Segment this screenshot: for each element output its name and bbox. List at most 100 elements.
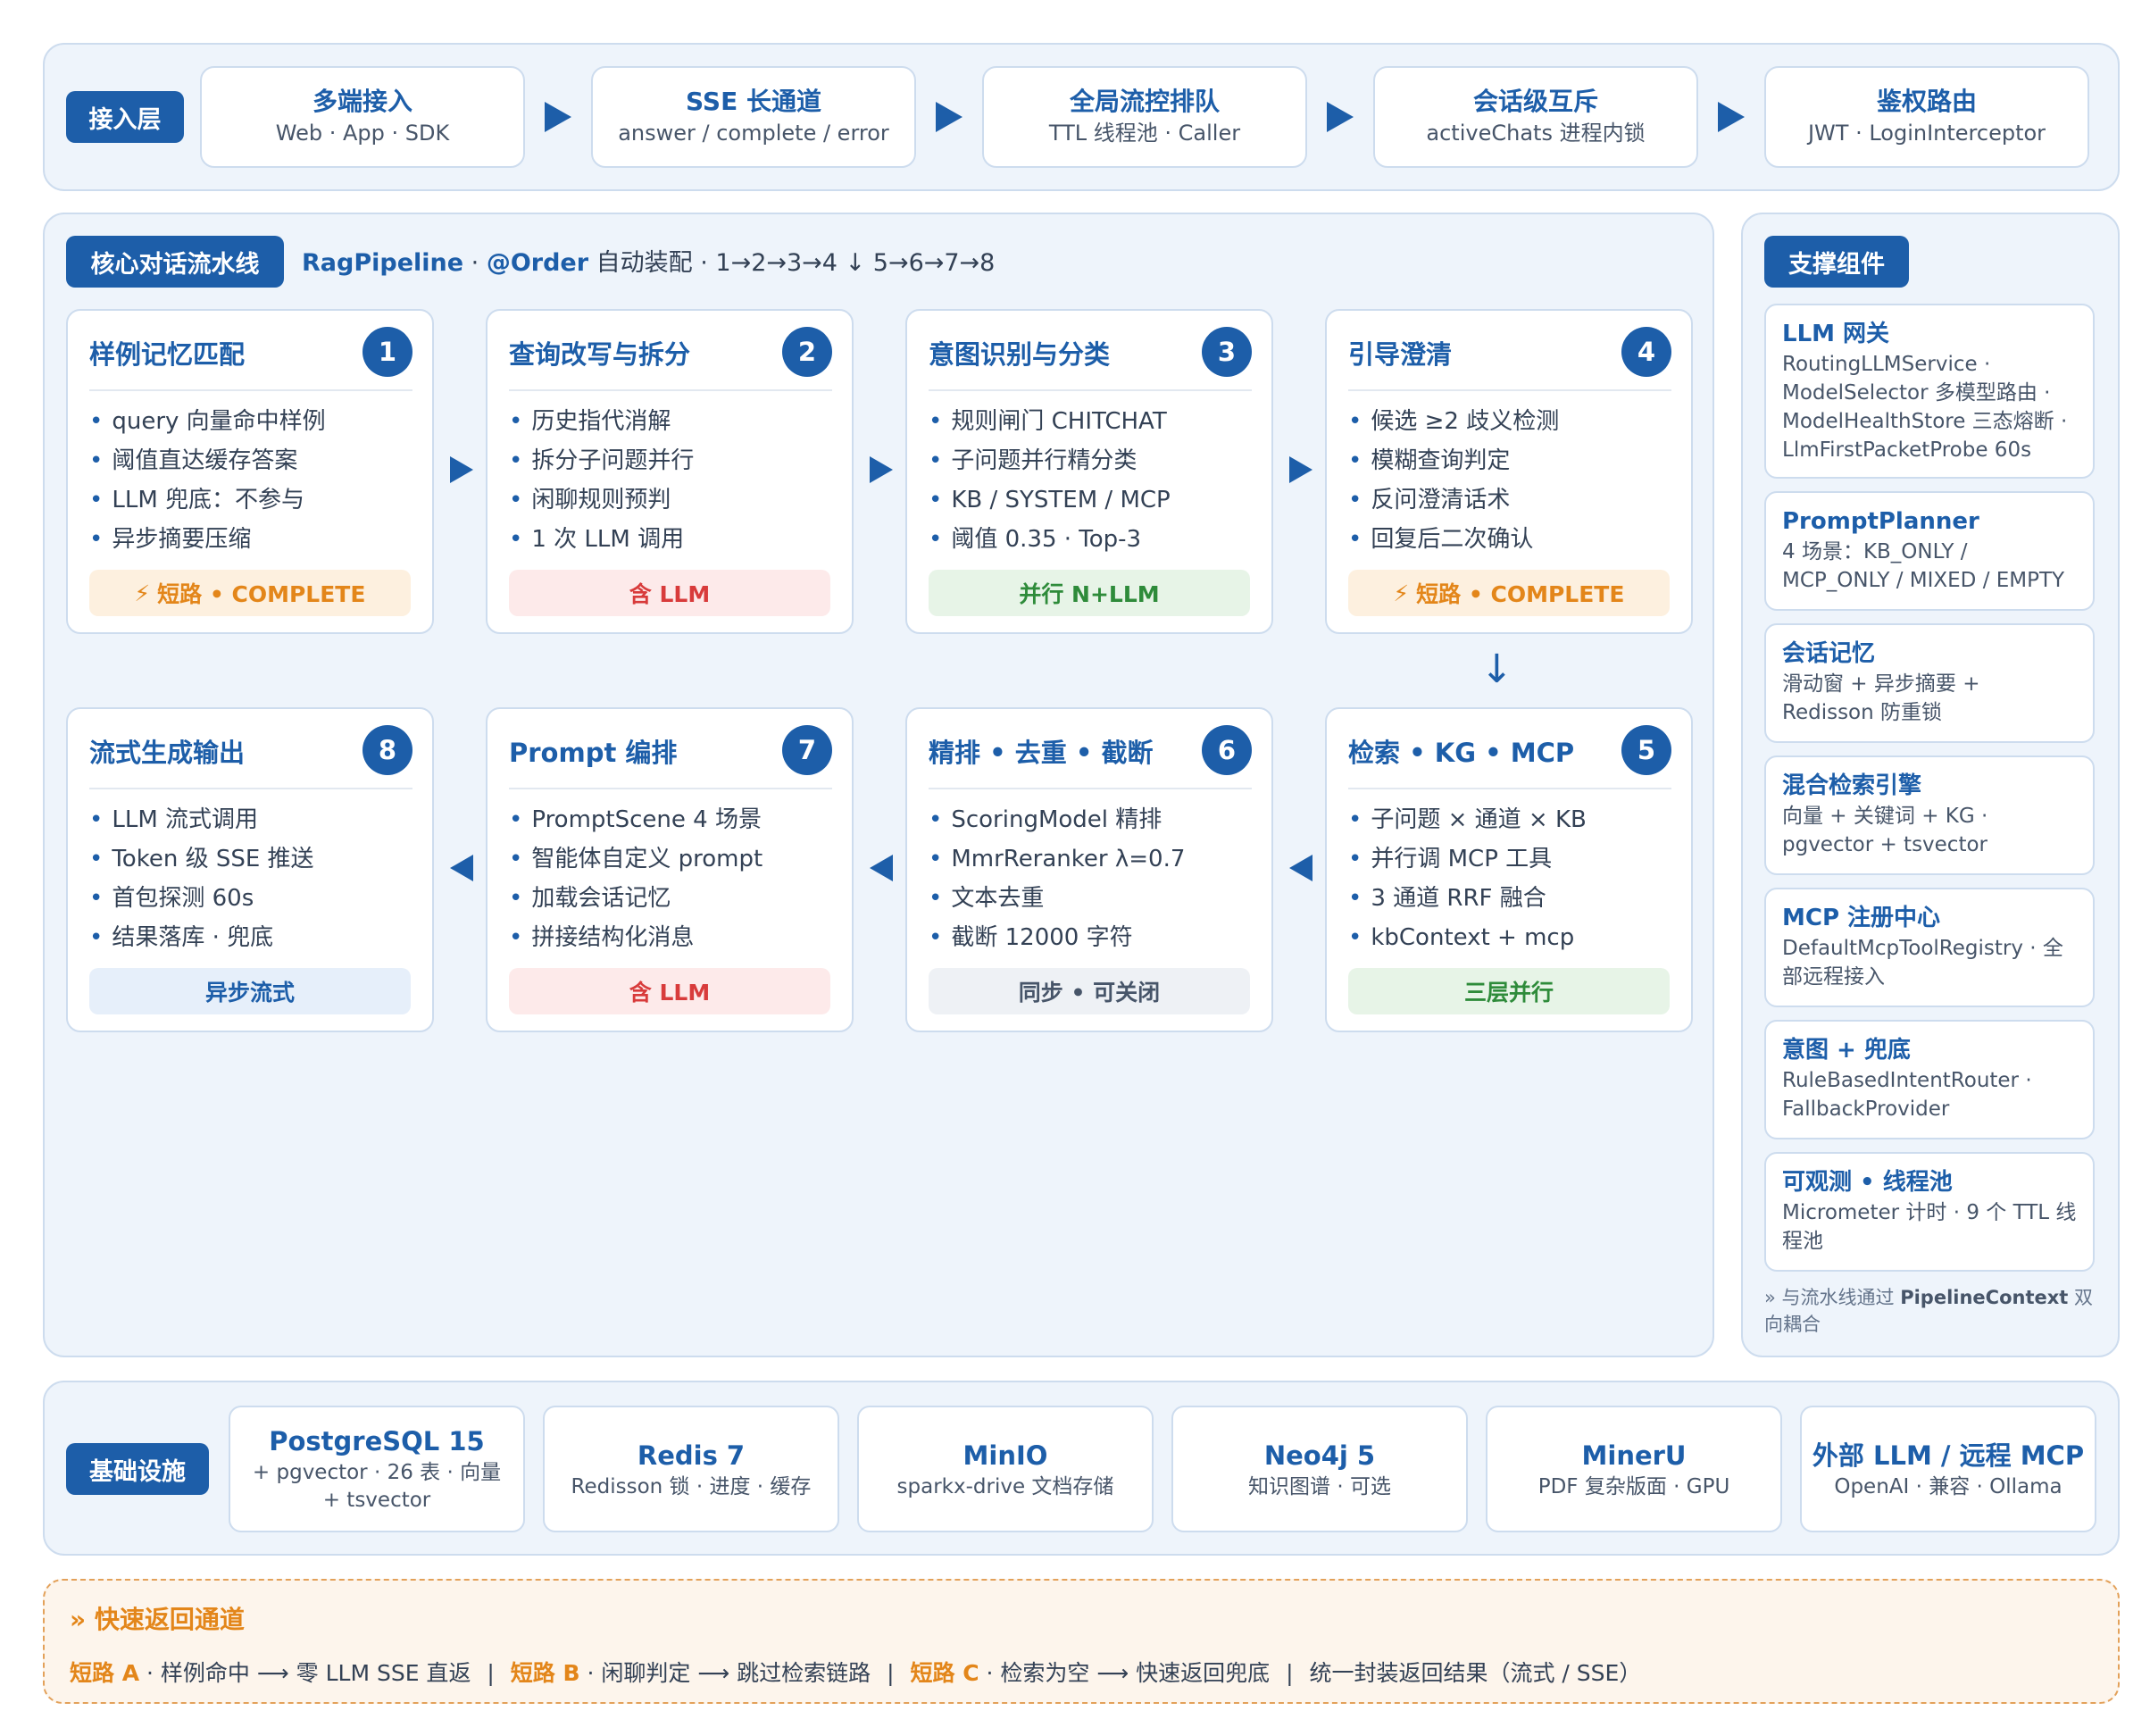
unified-return-text: 统一封装返回结果（流式 / SSE） xyxy=(1309,1660,1642,1686)
pipeline-class-name: RagPipeline xyxy=(302,249,464,277)
divider xyxy=(929,788,1252,789)
pipeline-header-flow: 自动装配 · 1→2→3→4 ↓ 5→6→7→8 xyxy=(588,249,996,277)
support-item-desc: 滑动窗 + 异步摘要 + Redisson 防重锁 xyxy=(1782,672,1980,724)
list-item: ScoringModel 精排 xyxy=(929,800,1185,839)
list-item: query 向量命中样例 xyxy=(89,402,325,441)
arrow-right-icon xyxy=(450,456,473,483)
list-item: 回复后二次确认 xyxy=(1348,520,1559,559)
support-item-session-memory: 会话记忆 滑动窗 + 异步摘要 + Redisson 防重锁 xyxy=(1764,623,2095,743)
infra-item-sub: OpenAI · 兼容 · Ollama xyxy=(1834,1474,2062,1498)
access-item-title: SSE 长通道 xyxy=(686,87,821,116)
pipeline-card-2: 查询改写与拆分 2 历史指代消解 拆分子问题并行 闲聊规则预判 1 次 LLM … xyxy=(486,309,854,634)
short-circuit-a-text: · 样例命中 ⟶ 零 LLM SSE 直返 xyxy=(139,1660,471,1686)
arrow-left-icon xyxy=(1289,855,1312,881)
list-item: 子问题 × 通道 × KB xyxy=(1348,800,1587,839)
divider xyxy=(509,788,832,789)
divider xyxy=(89,788,412,789)
card-title: 查询改写与拆分 xyxy=(509,339,691,370)
access-item-multi-client: 多端接入 Web · App · SDK xyxy=(200,66,525,168)
support-item-intent-fallback: 意图 + 兜底 RuleBasedIntentRouter · Fallback… xyxy=(1764,1020,2095,1139)
list-item: 历史指代消解 xyxy=(509,402,694,441)
list-item: 加载会话记忆 xyxy=(509,879,762,918)
infra-item-title: PostgreSQL 15 xyxy=(269,1426,485,1456)
separator: | xyxy=(487,1660,495,1686)
arrow-left-icon xyxy=(870,855,893,881)
access-item-flow-control: 全局流控排队 TTL 线程池 · Caller xyxy=(982,66,1307,168)
divider xyxy=(1348,788,1671,789)
card-list: query 向量命中样例 阈值直达缓存答案 LLM 兜底：不参与 异步摘要压缩 xyxy=(89,402,325,559)
access-item-title: 鉴权路由 xyxy=(1876,87,1977,116)
fast-path-title: » 快速返回通道 xyxy=(70,1605,245,1634)
support-item-desc: 向量 + 关键词 + KG · pgvector + tsvector xyxy=(1782,805,1988,856)
list-item: 3 通道 RRF 融合 xyxy=(1348,879,1587,918)
support-item-title: PromptPlanner xyxy=(1782,508,1979,535)
separator: | xyxy=(1286,1660,1294,1686)
support-item-title: 意图 + 兜底 xyxy=(1782,1037,1911,1064)
infra-item-title: Neo4j 5 xyxy=(1263,1440,1376,1471)
card-title: Prompt 编排 xyxy=(509,738,678,768)
card-list: ScoringModel 精排 MmrReranker λ=0.7 文本去重 截… xyxy=(929,800,1185,957)
infra-item-title: MinIO xyxy=(962,1440,1048,1471)
list-item: 候选 ≥2 歧义检测 xyxy=(1348,402,1559,441)
infra-item-redis: Redis 7 Redisson 锁 · 进度 · 缓存 xyxy=(543,1406,839,1532)
arrow-right-icon xyxy=(936,102,962,132)
access-item-title: 会话级互斥 xyxy=(1472,87,1598,116)
list-item: 阈值 0.35 · Top-3 xyxy=(929,520,1171,559)
pipeline-order-annotation: @Order xyxy=(486,249,589,277)
list-item: 模糊查询判定 xyxy=(1348,441,1559,480)
list-item: 首包探测 60s xyxy=(89,879,314,918)
infra-item-title: MinerU xyxy=(1581,1440,1687,1471)
pipeline-card-8: 流式生成输出 8 LLM 流式调用 Token 级 SSE 推送 首包探测 60… xyxy=(66,707,434,1032)
list-item: 拆分子问题并行 xyxy=(509,441,694,480)
access-item-sse: SSE 长通道 answer / complete / error xyxy=(591,66,916,168)
support-item-llm-gateway: LLM 网关 RoutingLLMService · ModelSelector… xyxy=(1764,304,2095,479)
card-title: 精排 • 去重 • 截断 xyxy=(929,738,1154,768)
fast-path-description: 短路 A · 样例命中 ⟶ 零 LLM SSE 直返 | 短路 B · 闲聊判定… xyxy=(70,1656,1641,1688)
arrow-right-icon xyxy=(1327,102,1354,132)
list-item: PromptScene 4 场景 xyxy=(509,800,762,839)
arrow-right-icon xyxy=(1289,456,1312,483)
infra-item-external-llm: 外部 LLM / 远程 MCP OpenAI · 兼容 · Ollama xyxy=(1800,1406,2096,1532)
access-item-sub: activeChats 进程内锁 xyxy=(1426,121,1646,146)
infra-item-neo4j: Neo4j 5 知识图谱 · 可选 xyxy=(1171,1406,1468,1532)
card-list: 子问题 × 通道 × KB 并行调 MCP 工具 3 通道 RRF 融合 kbC… xyxy=(1348,800,1587,957)
pipeline-card-4: 引导澄清 4 候选 ≥2 歧义检测 模糊查询判定 反问澄清话术 回复后二次确认 … xyxy=(1325,309,1693,634)
list-item: 闲聊规则预判 xyxy=(509,480,694,520)
support-item-desc: 4 场景：KB_ONLY / MCP_ONLY / MIXED / EMPTY xyxy=(1782,540,2065,592)
card-badge: 同步 • 可关闭 xyxy=(929,968,1250,1014)
infra-item-sub: sparkx-drive 文档存储 xyxy=(896,1474,1114,1498)
card-list: PromptScene 4 场景 智能体自定义 prompt 加载会话记忆 拼接… xyxy=(509,800,762,957)
footnote-context-name: PipelineContext xyxy=(1900,1287,2069,1308)
list-item: 文本去重 xyxy=(929,879,1185,918)
support-item-desc: Micrometer 计时 · 9 个 TTL 线程池 xyxy=(1782,1201,2077,1253)
list-item: Token 级 SSE 推送 xyxy=(89,839,313,879)
card-title: 检索 • KG • MCP xyxy=(1348,738,1575,768)
step-number-badge: 5 xyxy=(1621,725,1671,775)
support-item-title: MCP 注册中心 xyxy=(1782,905,1941,931)
pipeline-tag: 核心对话流水线 xyxy=(66,236,284,288)
list-item: 结果落库 · 兜底 xyxy=(89,918,314,957)
step-number-badge: 2 xyxy=(782,327,832,377)
card-title: 引导澄清 xyxy=(1348,339,1453,370)
step-number-badge: 4 xyxy=(1621,327,1671,377)
list-item: 智能体自定义 prompt xyxy=(509,839,762,879)
lightning-icon: ⚡ xyxy=(134,580,151,606)
step-number-badge: 7 xyxy=(782,725,832,775)
card-list: 候选 ≥2 歧义检测 模糊查询判定 反问澄清话术 回复后二次确认 xyxy=(1348,402,1559,559)
support-item-title: 混合检索引擎 xyxy=(1782,772,1922,799)
short-circuit-b-text: · 闲聊判定 ⟶ 跳过检索链路 xyxy=(579,1660,871,1686)
divider xyxy=(89,389,412,391)
card-badge: 含 LLM xyxy=(509,570,830,616)
support-item-observability: 可观测 • 线程池 Micrometer 计时 · 9 个 TTL 线程池 xyxy=(1764,1152,2095,1272)
card-title: 样例记忆匹配 xyxy=(89,339,246,370)
infra-item-sub: PDF 复杂版面 · GPU xyxy=(1538,1474,1730,1498)
card-list: LLM 流式调用 Token 级 SSE 推送 首包探测 60s 结果落库 · … xyxy=(89,800,314,957)
arrow-down-icon: ↓ xyxy=(1480,647,1513,692)
pipeline-header: RagPipeline · @Order 自动装配 · 1→2→3→4 ↓ 5→… xyxy=(302,243,995,278)
infra-item-mineru: MinerU PDF 复杂版面 · GPU xyxy=(1486,1406,1782,1532)
infra-item-sub: + pgvector · 26 表 · 向量 + tsvector xyxy=(252,1461,502,1512)
access-item-sub: TTL 线程池 · Caller xyxy=(1048,121,1241,146)
short-circuit-c-text: · 检索为空 ⟶ 快速返回兜底 xyxy=(979,1660,1271,1686)
divider xyxy=(509,389,832,391)
pipeline-card-1: 样例记忆匹配 1 query 向量命中样例 阈值直达缓存答案 LLM 兜底：不参… xyxy=(66,309,434,634)
